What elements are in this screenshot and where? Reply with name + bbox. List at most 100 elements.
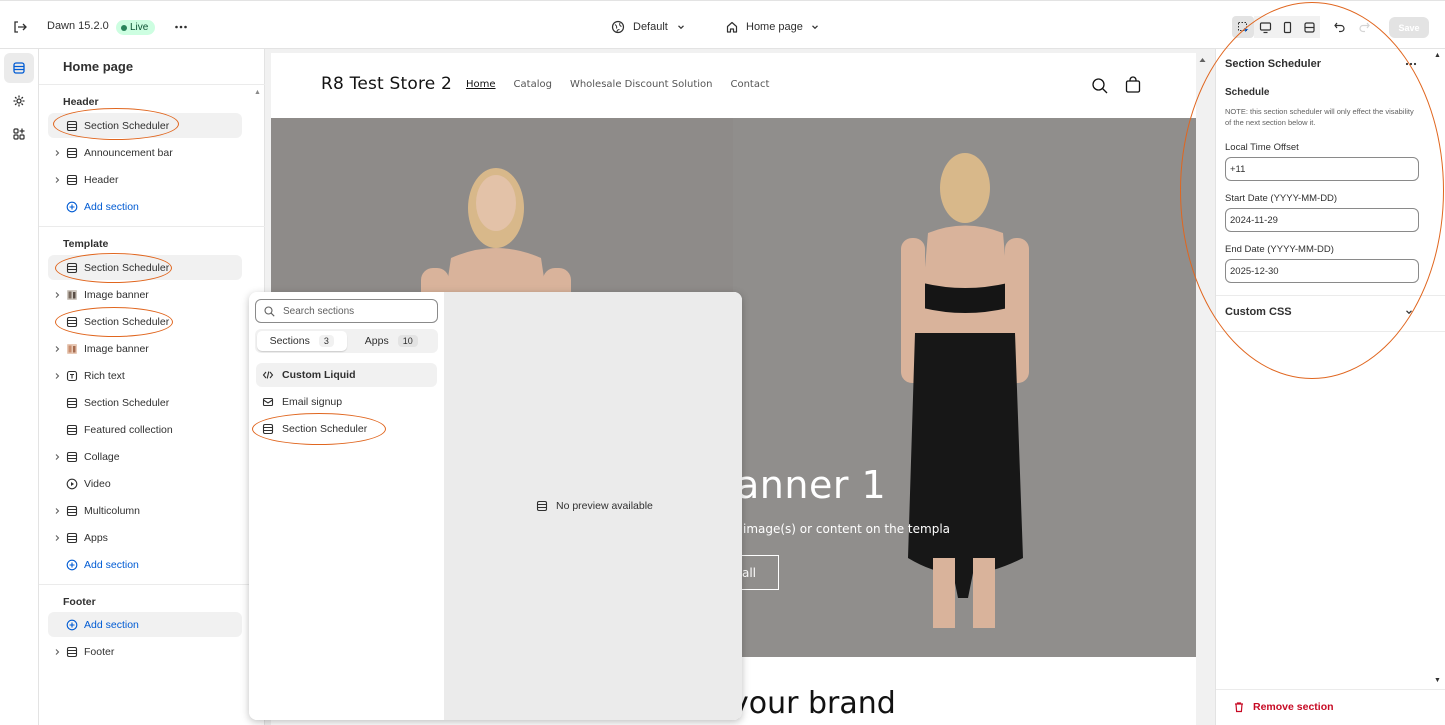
editor-rail xyxy=(0,49,39,725)
chevron-right-icon[interactable] xyxy=(51,289,63,301)
start-date-input[interactable]: 2024-11-29 xyxy=(1225,208,1419,232)
sidebar-item-footer[interactable]: Footer xyxy=(48,639,242,664)
chevron-right-icon[interactable] xyxy=(51,174,63,186)
sidebar-item-header[interactable]: Header xyxy=(48,167,242,192)
chevron-right-icon[interactable] xyxy=(51,343,63,355)
tab-apps-count: 10 xyxy=(397,335,418,347)
code-icon xyxy=(262,371,274,379)
chevron-right-icon[interactable] xyxy=(51,532,63,544)
mobile-view-icon[interactable] xyxy=(1276,16,1298,38)
sidebar-item-label: Section Scheduler xyxy=(84,315,170,328)
scroll-up-icon[interactable]: ▲ xyxy=(1434,52,1441,59)
sidebar-item-image-banner[interactable]: Image banner xyxy=(48,336,242,361)
store-cart-icon[interactable] xyxy=(1124,76,1142,94)
apps-icon[interactable] xyxy=(4,119,34,149)
add-circle-icon xyxy=(65,558,79,572)
custom-css-toggle[interactable]: Custom CSS xyxy=(1225,306,1292,318)
schedule-note: NOTE: this section scheduler will only e… xyxy=(1225,107,1414,127)
end-date-input[interactable]: 2025-12-30 xyxy=(1225,259,1419,283)
store-nav-catalog[interactable]: Catalog xyxy=(514,79,552,90)
more-actions-icon[interactable] xyxy=(1404,57,1418,71)
sidebar-item-section-scheduler[interactable]: Section Scheduler xyxy=(48,390,242,415)
tab-sections-count: 3 xyxy=(318,335,334,347)
globe-icon xyxy=(611,20,625,34)
sidebar-item-label: Collage xyxy=(84,450,120,463)
sidebar-item-apps[interactable]: Apps xyxy=(48,525,242,550)
more-actions-icon[interactable] xyxy=(173,19,189,35)
banner-subtext: image(s) or content on the templa xyxy=(743,522,951,536)
template-label: Default xyxy=(633,21,668,33)
exit-icon[interactable] xyxy=(12,19,28,35)
undo-icon[interactable] xyxy=(1333,20,1347,34)
remove-section-button[interactable]: Remove section xyxy=(1233,701,1334,713)
chevron-down-icon xyxy=(677,25,684,30)
tab-apps[interactable]: Apps 10 xyxy=(347,331,437,351)
picker-item-section-scheduler[interactable]: Section Scheduler xyxy=(256,417,437,441)
store-name[interactable]: R8 Test Store 2 xyxy=(321,74,452,94)
scroll-down-icon[interactable]: ▼ xyxy=(1434,677,1441,684)
sidebar-item-video[interactable]: Video xyxy=(48,471,242,496)
store-nav-contact[interactable]: Contact xyxy=(730,79,769,90)
scroll-up-icon[interactable]: ▲ xyxy=(254,89,261,96)
chevron-right-icon[interactable] xyxy=(51,451,63,463)
chevron-right-icon[interactable] xyxy=(51,370,63,382)
template-selector[interactable]: Default xyxy=(611,20,686,34)
save-button[interactable]: Save xyxy=(1389,17,1429,38)
divider xyxy=(39,84,265,85)
sidebar-item-multicolumn[interactable]: Multicolumn xyxy=(48,498,242,523)
section-layout-icon xyxy=(65,173,79,187)
add-section-label: Add section xyxy=(84,558,139,571)
inspector-icon[interactable] xyxy=(1232,16,1254,38)
sidebar-item-label: Announcement bar xyxy=(84,146,173,159)
sections-icon[interactable] xyxy=(4,53,34,83)
add-section-picker: Search sections Sections 3 Apps 10 Custo… xyxy=(249,292,742,720)
add-section-button-template[interactable]: Add section xyxy=(48,552,242,577)
chevron-right-icon[interactable] xyxy=(51,505,63,517)
divider xyxy=(39,226,265,227)
tab-sections[interactable]: Sections 3 xyxy=(257,331,347,351)
preview-scrollbar[interactable] xyxy=(1197,53,1208,725)
section-layout-icon xyxy=(65,423,79,437)
redo-icon[interactable] xyxy=(1357,20,1371,34)
chevron-down-icon[interactable] xyxy=(1404,307,1414,317)
sidebar-item-label: Image banner xyxy=(84,288,149,301)
chevron-right-icon[interactable] xyxy=(51,646,63,658)
field-label-offset: Local Time Offset xyxy=(1225,142,1299,153)
sidebar-item-section-scheduler[interactable]: Section Scheduler xyxy=(48,113,242,138)
settings-gear-icon[interactable] xyxy=(4,86,34,116)
picker-item-email-signup[interactable]: Email signup xyxy=(256,390,437,414)
rich-text-heading: your brand xyxy=(731,686,896,721)
add-section-label: Add section xyxy=(84,618,139,631)
search-sections-input[interactable]: Search sections xyxy=(255,299,438,323)
store-nav-wholesale[interactable]: Wholesale Discount Solution xyxy=(570,79,713,90)
group-template-title: Template xyxy=(63,238,109,250)
panel-title: Section Scheduler xyxy=(1225,58,1321,70)
picker-item-custom-liquid[interactable]: Custom Liquid xyxy=(256,363,437,387)
image-thumbnail-icon xyxy=(65,342,79,356)
schedule-heading: Schedule xyxy=(1225,87,1270,98)
section-layout-icon xyxy=(262,423,274,435)
sidebar-item-label: Featured collection xyxy=(84,423,173,436)
sidebar-item-featured-collection[interactable]: Featured collection xyxy=(48,417,242,442)
store-nav-home[interactable]: Home xyxy=(466,79,496,90)
page-selector[interactable]: Home page xyxy=(725,20,820,34)
sidebar-item-rich-text[interactable]: Rich text xyxy=(48,363,242,388)
sidebar-item-section-scheduler[interactable]: Section Scheduler xyxy=(48,255,242,280)
add-section-button-header[interactable]: Add section xyxy=(48,194,242,219)
sidebar-item-label: Apps xyxy=(84,531,108,544)
store-search-icon[interactable] xyxy=(1091,77,1109,95)
sidebar-item-announcement-bar[interactable]: Announcement bar xyxy=(48,140,242,165)
sidebar-item-section-scheduler[interactable]: Section Scheduler xyxy=(48,309,242,334)
chevron-right-icon[interactable] xyxy=(51,147,63,159)
section-sidebar: Home page ▲ Header Section Scheduler Ann… xyxy=(39,49,265,725)
sidebar-item-image-banner[interactable]: Image banner xyxy=(48,282,242,307)
local-time-offset-input[interactable]: +11 xyxy=(1225,157,1419,181)
desktop-view-icon[interactable] xyxy=(1254,16,1276,38)
no-preview-message: No preview available xyxy=(536,500,653,512)
sidebar-item-collage[interactable]: Collage xyxy=(48,444,242,469)
section-layout-icon xyxy=(65,531,79,545)
add-section-button-footer[interactable]: Add section xyxy=(48,612,242,637)
store-nav: Home Catalog Wholesale Discount Solution… xyxy=(466,79,769,90)
store-header: R8 Test Store 2 Home Catalog Wholesale D… xyxy=(271,53,1196,118)
full-width-view-icon[interactable] xyxy=(1298,16,1320,38)
